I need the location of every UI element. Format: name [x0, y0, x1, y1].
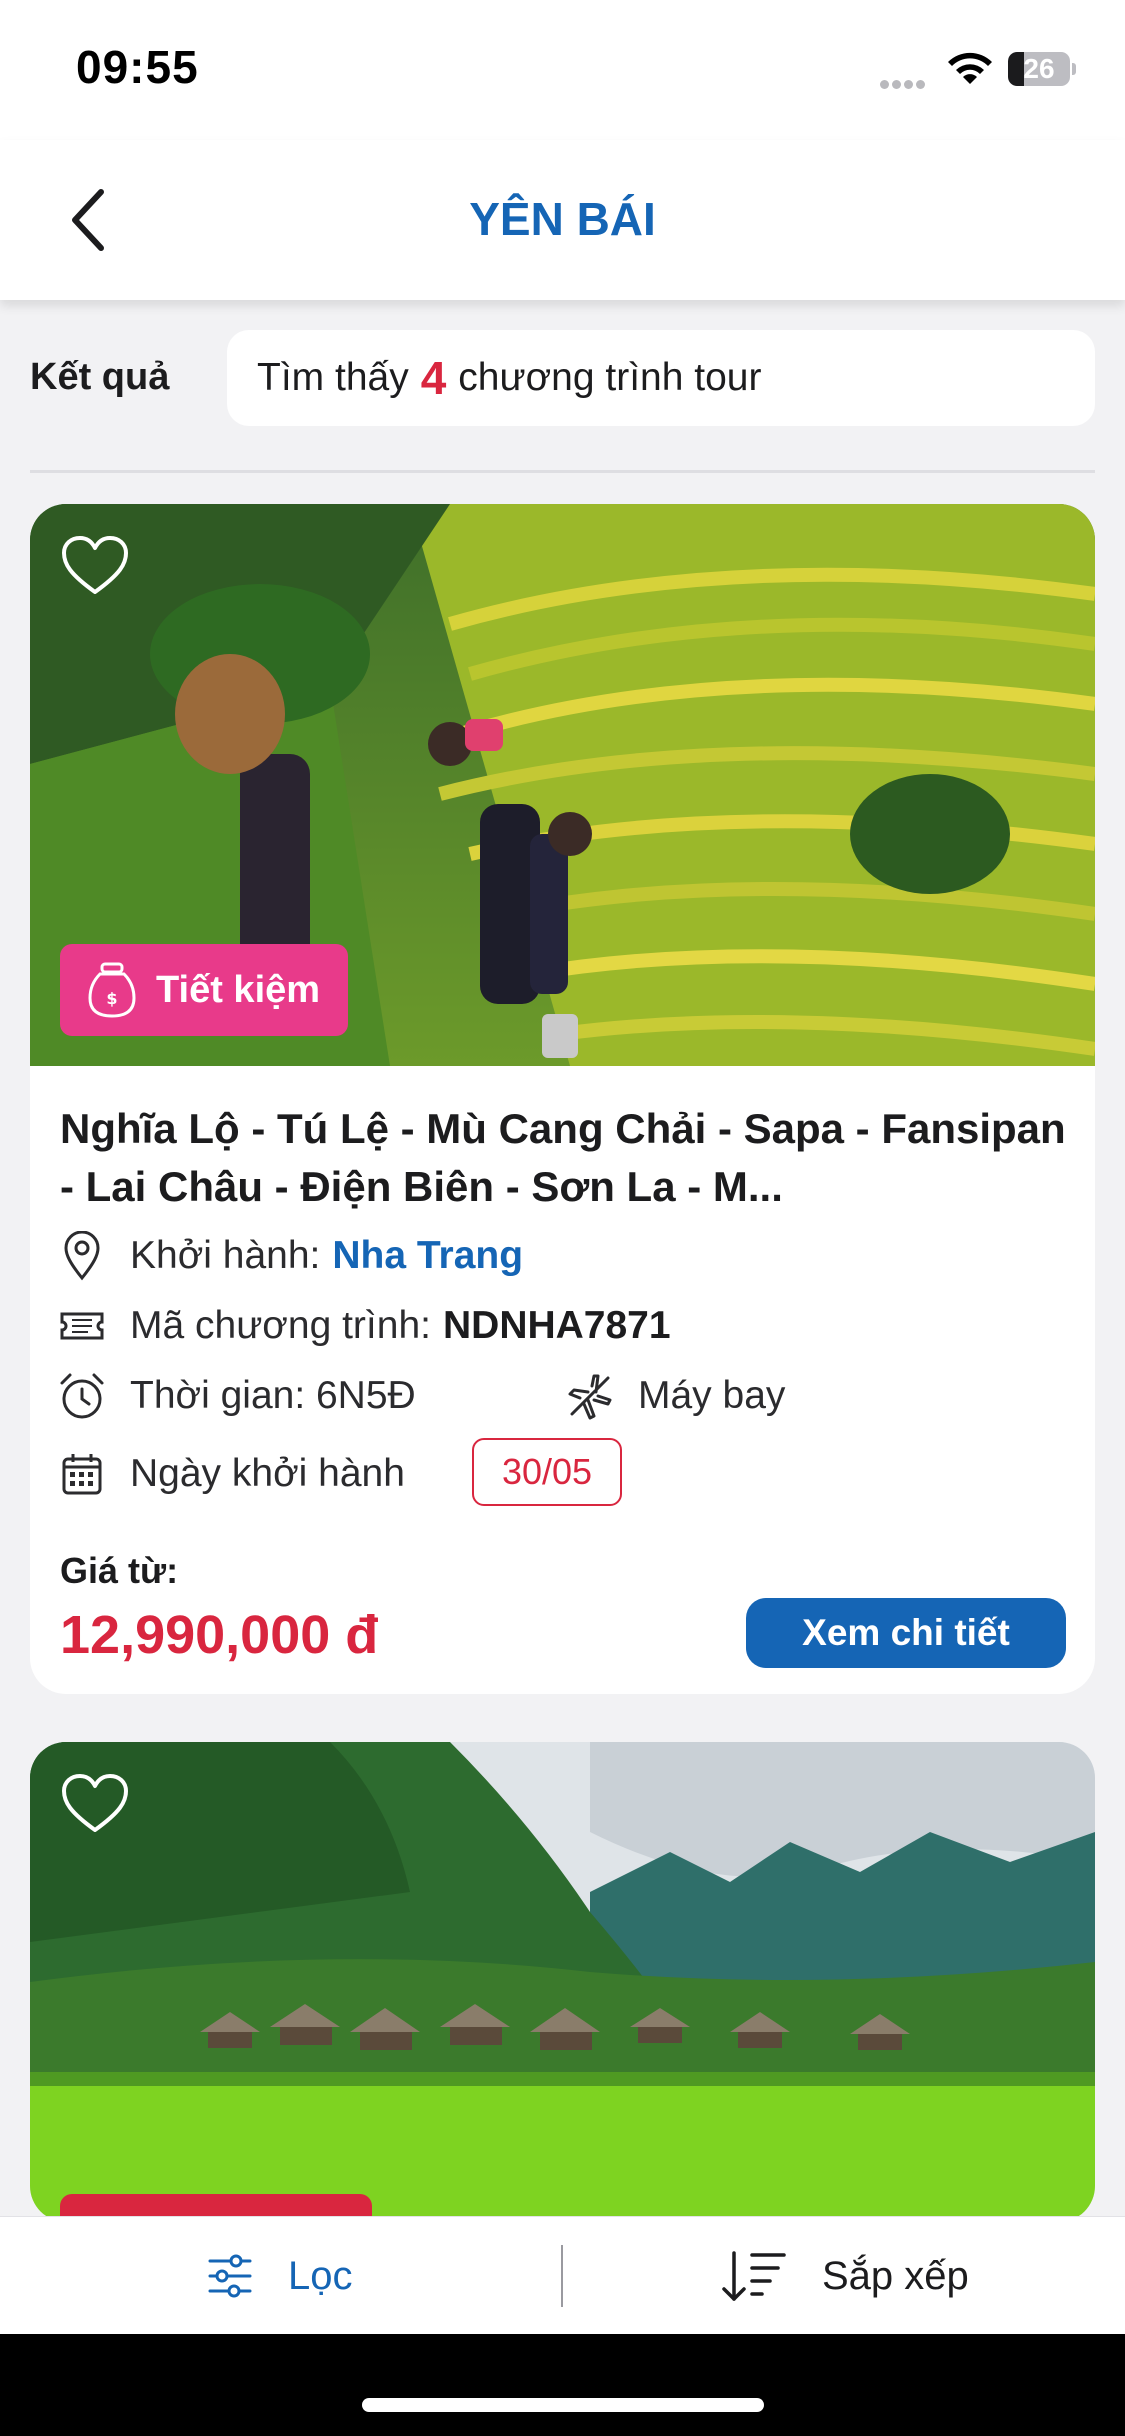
ticket-icon: [60, 1312, 104, 1340]
result-count-box: Tìm thấy 4 chương trình tour: [227, 330, 1095, 426]
departure-value: Nha Trang: [332, 1234, 524, 1277]
location-pin-icon: [64, 1231, 100, 1281]
result-prefix: Tìm thấy: [257, 356, 409, 399]
favorite-heart-icon[interactable]: [60, 534, 130, 598]
wifi-icon: [948, 52, 992, 84]
program-code-row: Mã chương trình: NDNHA7871: [58, 1300, 671, 1352]
svg-text:$: $: [106, 989, 117, 1008]
program-code-value: NDNHA7871: [442, 1304, 671, 1347]
airplane-icon: [568, 1374, 612, 1420]
departure-row: Khởi hành: Nha Trang: [58, 1230, 523, 1282]
favorite-heart-icon[interactable]: [60, 1772, 130, 1836]
result-count: 4: [420, 352, 447, 404]
savings-badge: $ Tiết kiệm: [60, 944, 349, 1036]
home-indicator-area: [0, 2334, 1125, 2436]
cellular-signal-icon: [880, 76, 934, 89]
tour-card[interactable]: [30, 1742, 1095, 2222]
filter-sliders-icon: [208, 2254, 252, 2298]
sort-label: Sắp xếp: [822, 2253, 969, 2298]
transport-text: Máy bay: [638, 1374, 786, 1417]
sort-button[interactable]: Sắp xếp: [722, 2245, 969, 2307]
battery-percentage: 26: [1023, 53, 1055, 84]
program-code-label: Mã chương trình:: [130, 1304, 431, 1347]
price-label: Giá từ:: [60, 1550, 179, 1591]
battery-icon: 26: [1008, 52, 1076, 86]
bar-divider: [561, 2245, 563, 2307]
calendar-icon: [62, 1454, 102, 1495]
status-time: 09:55: [76, 41, 199, 93]
departure-date-label: Ngày khởi hành: [130, 1452, 405, 1495]
tour-image-valley[interactable]: [30, 1742, 1095, 2222]
divider: [30, 470, 1095, 473]
departure-date-row: Ngày khởi hành: [58, 1448, 405, 1500]
filter-label: Lọc: [288, 2253, 353, 2298]
tour-card[interactable]: $ Tiết kiệm Nghĩa Lộ - Tú Lệ - Mù Cang C…: [30, 504, 1095, 1694]
filter-button[interactable]: Lọc: [206, 2245, 353, 2307]
result-suffix: chương trình tour: [458, 356, 762, 399]
departure-date-chip[interactable]: 30/05: [472, 1438, 622, 1506]
navigation-header: YÊN BÁI: [0, 140, 1125, 300]
home-indicator[interactable]: [362, 2398, 764, 2412]
alarm-clock-icon: [60, 1373, 104, 1419]
view-details-button[interactable]: Xem chi tiết: [746, 1598, 1066, 1668]
result-summary: Kết quả Tìm thấy 4 chương trình tour: [30, 330, 1095, 426]
result-label: Kết quả: [30, 356, 170, 398]
duration-text: Thời gian: 6N5Đ: [130, 1374, 416, 1417]
duration-row: Thời gian: 6N5Đ: [58, 1370, 416, 1422]
price-value: 12,990,000 đ: [60, 1605, 379, 1665]
status-bar: 09:55 26: [0, 0, 1125, 140]
departure-label: Khởi hành:: [130, 1234, 321, 1277]
badge-label: Tiết kiệm: [156, 968, 321, 1011]
bottom-action-bar: Lọc Sắp xếp: [0, 2216, 1125, 2334]
money-jar-icon: $: [88, 962, 136, 1018]
tour-title[interactable]: Nghĩa Lộ - Tú Lệ - Mù Cang Chải - Sapa -…: [60, 1100, 1070, 1216]
page-title: YÊN BÁI: [469, 193, 656, 245]
tour-image-rice-terraces[interactable]: $ Tiết kiệm: [30, 504, 1095, 1066]
transport-row: Máy bay: [566, 1370, 785, 1422]
sort-descending-icon: [722, 2251, 786, 2301]
